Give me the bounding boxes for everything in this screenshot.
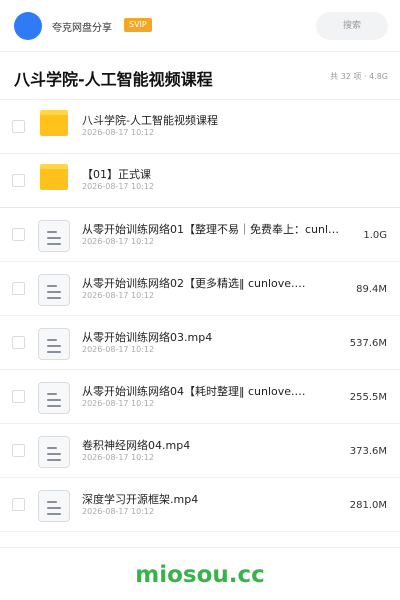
item-size: 1.0G [363,230,387,241]
file-icon [38,436,70,468]
item-size: 281.0M [349,500,387,511]
item-date: 2026-08-17 10:12 [82,128,155,137]
file-icon [38,382,70,414]
item-size: 537.6M [349,338,387,349]
file-row[interactable]: 从零开始训练网络02【更多精选‖ cunlove.… 2026-08-17 10:… [0,262,400,316]
item-size: 255.5M [349,392,387,403]
page-title: 八斗学院-人工智能视频课程 [14,70,213,89]
file-icon [38,490,70,522]
file-row[interactable]: 从零开始训练网络03.mp4 2026-08-17 10:12 537.6M [0,316,400,370]
file-icon [38,328,70,360]
folder-icon [40,164,68,190]
item-date: 2026-08-17 10:12 [82,399,155,408]
row-checkbox[interactable] [12,444,25,457]
search-input[interactable]: 搜索 [316,12,388,40]
file-icon [38,220,70,252]
item-date: 2026-08-17 10:12 [82,507,155,516]
item-date: 2026-08-17 10:12 [82,291,155,300]
item-name: 从零开始训练网络01【整理不易｜免费奉上：cunl… [82,223,340,236]
top-bar: 夸克网盘分享 SVIP 搜索 [0,0,400,52]
folder-header: 八斗学院-人工智能视频课程 共 32 项 · 4.8G [0,52,400,100]
item-name: 从零开始训练网络03.mp4 [82,331,213,344]
item-name: 从零开始训练网络02【更多精选‖ cunlove.… [82,277,306,290]
folder-row[interactable]: 八斗学院-人工智能视频课程 2026-08-17 10:12 [0,100,400,154]
item-name: 卷积神经网络04.mp4 [82,439,191,452]
row-checkbox[interactable] [12,174,25,187]
item-size: 89.4M [356,284,387,295]
row-checkbox[interactable] [12,228,25,241]
avatar[interactable] [14,12,42,40]
row-checkbox[interactable] [12,282,25,295]
item-date: 2026-08-17 10:12 [82,237,155,246]
file-row[interactable]: 从零开始训练网络01【整理不易｜免费奉上：cunl… 2026-08-17 10:… [0,208,400,262]
item-date: 2026-08-17 10:12 [82,345,155,354]
folder-row[interactable]: 【01】正式课 2026-08-17 10:12 [0,154,400,208]
row-checkbox[interactable] [12,498,25,511]
item-name: 从零开始训练网络04【耗时整理‖ cunlove.… [82,385,306,398]
item-name: 八斗学院-人工智能视频课程 [82,114,218,127]
folder-icon [40,110,68,136]
share-name: 夸克网盘分享 [52,23,112,34]
item-size: 373.6M [349,446,387,457]
svip-badge: SVIP [124,18,152,32]
row-checkbox[interactable] [12,390,25,403]
divider [0,547,400,548]
watermark: miosou.cc [135,562,265,588]
item-date: 2026-08-17 10:12 [82,182,155,191]
file-icon [38,274,70,306]
item-date: 2026-08-17 10:12 [82,453,155,462]
item-name: 深度学习开源框架.mp4 [82,493,199,506]
folder-meta: 共 32 项 · 4.8G [330,72,388,81]
file-list: 八斗学院-人工智能视频课程 2026-08-17 10:12 【01】正式课 2026… [0,100,400,532]
file-row[interactable]: 深度学习开源框架.mp4 2026-08-17 10:12 281.0M [0,478,400,532]
item-name: 【01】正式课 [82,168,151,181]
row-checkbox[interactable] [12,336,25,349]
row-checkbox[interactable] [12,120,25,133]
file-row[interactable]: 从零开始训练网络04【耗时整理‖ cunlove.… 2026-08-17 10:… [0,370,400,424]
file-row[interactable]: 卷积神经网络04.mp4 2026-08-17 10:12 373.6M [0,424,400,478]
